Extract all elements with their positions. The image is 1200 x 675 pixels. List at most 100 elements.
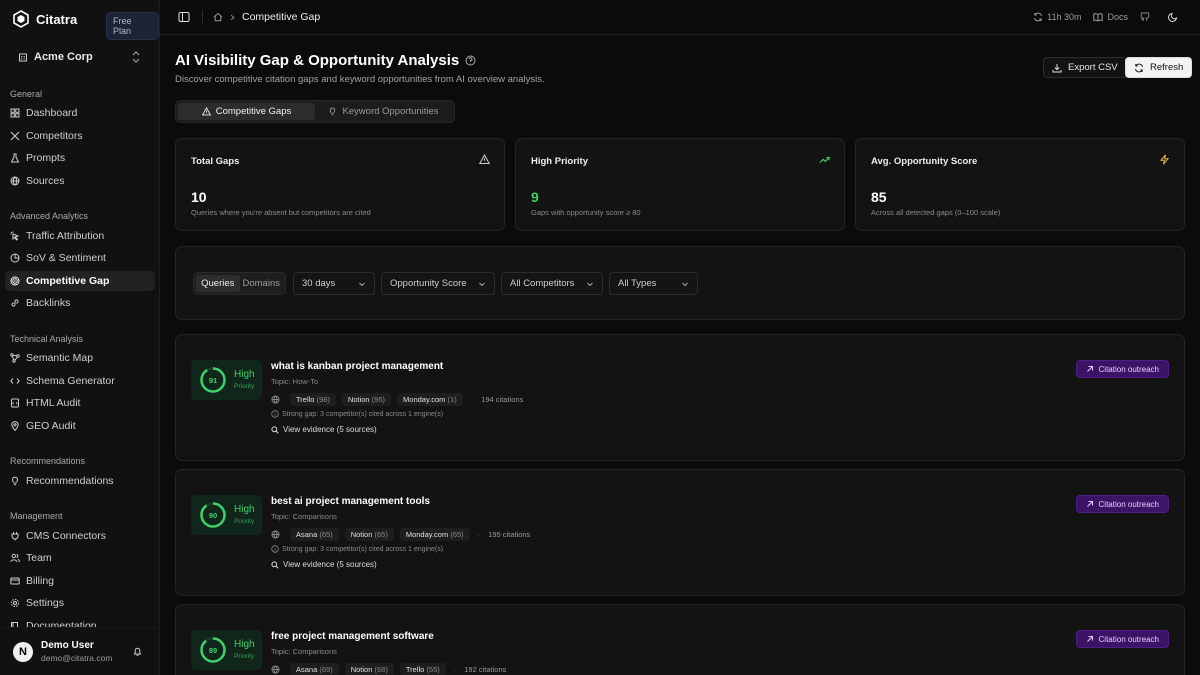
sidebar-item-prompts[interactable]: Prompts — [5, 148, 155, 168]
competitor-chip[interactable]: Trello (98) — [290, 393, 336, 406]
export-csv-label: Export CSV — [1068, 62, 1118, 73]
sidebar-item-label: Backlinks — [26, 297, 71, 309]
sidebar-item-label: CMS Connectors — [26, 530, 106, 542]
sidebar-item-billing[interactable]: Billing — [5, 571, 155, 591]
flask-icon — [10, 153, 20, 163]
docs-link[interactable]: Docs — [1093, 12, 1128, 22]
competitor-chip[interactable]: Monday.com (65) — [399, 528, 470, 541]
sidebar-item-label: Prompts — [26, 152, 66, 164]
view-evidence-link[interactable]: View evidence (5 sources) — [271, 425, 377, 434]
user-menu[interactable]: N Demo User demo@citatra.com — [0, 627, 159, 675]
competitor-chip[interactable]: Trello (55) — [399, 663, 446, 675]
competitor-chip[interactable]: Notion (68) — [344, 663, 394, 675]
competitor-chip[interactable]: Asana (69) — [290, 663, 339, 675]
view-evidence-label: View evidence (5 sources) — [283, 425, 377, 434]
network-icon — [10, 353, 20, 363]
moon-icon[interactable] — [1168, 12, 1178, 22]
competitor-chip[interactable]: Monday.com (1) — [397, 393, 463, 406]
chevron-right-icon — [230, 14, 235, 20]
sidebar-item-backlinks[interactable]: Backlinks — [5, 293, 155, 313]
user-email: demo@citatra.com — [41, 653, 113, 663]
date-range-select[interactable]: 30 days — [293, 272, 375, 295]
sort-select[interactable]: Opportunity Score — [381, 272, 495, 295]
sidebar-item-geo-audit[interactable]: GEO Audit — [5, 416, 155, 436]
tab-keyword-opportunities[interactable]: Keyword Opportunities — [315, 103, 452, 120]
competitors-select[interactable]: All Competitors — [501, 272, 603, 295]
sidebar-item-team[interactable]: Team — [5, 548, 155, 568]
query-title: free project management software — [271, 631, 434, 642]
help-circle-icon[interactable] — [465, 55, 476, 66]
citation-outreach-button[interactable]: Citation outreach — [1075, 630, 1169, 648]
competitor-chip[interactable]: Notion (95) — [341, 393, 392, 406]
brand[interactable]: Citatra — [12, 10, 77, 28]
types-value: All Types — [618, 278, 657, 289]
plan-badge[interactable]: Free Plan — [106, 12, 159, 40]
competitor-name: Trello — [296, 395, 315, 404]
github-icon[interactable] — [1140, 12, 1150, 22]
stat-label: Total Gaps — [191, 156, 240, 167]
sidebar-item-sources[interactable]: Sources — [5, 171, 155, 191]
types-select[interactable]: All Types — [609, 272, 698, 295]
sidebar-toggle-icon[interactable] — [178, 11, 190, 23]
sidebar-item-traffic-attribution[interactable]: Traffic Attribution — [5, 226, 155, 246]
citation-outreach-label: Citation outreach — [1098, 499, 1159, 509]
refresh-button[interactable]: Refresh — [1125, 57, 1193, 78]
credit-card-icon — [10, 577, 20, 585]
topbar-actions: 11h 30m Docs — [1033, 12, 1178, 22]
view-evidence-link[interactable]: View evidence (5 sources) — [271, 560, 377, 569]
page-subtitle: Discover competitive citation gaps and k… — [175, 74, 545, 85]
stat-label: Avg. Opportunity Score — [871, 156, 978, 167]
sidebar-item-label: Schema Generator — [26, 375, 115, 387]
priority-badge: 91 High Priority — [191, 360, 262, 400]
sidebar-item-cms-connectors[interactable]: CMS Connectors — [5, 526, 155, 546]
competitor-name: Monday.com — [405, 530, 449, 539]
tab-competitive-gaps[interactable]: Competitive Gaps — [178, 103, 315, 120]
sidebar-item-sov-sentiment[interactable]: SoV & Sentiment — [5, 248, 155, 268]
chevron-down-icon — [587, 282, 593, 287]
sidebar-item-recommendations[interactable]: Recommendations — [5, 471, 155, 491]
competitor-chip[interactable]: Notion (65) — [344, 528, 394, 541]
sidebar-item-schema-generator[interactable]: Schema Generator — [5, 371, 155, 391]
competitor-chip[interactable]: Asana (65) — [290, 528, 339, 541]
download-icon — [1052, 63, 1062, 72]
separator-dot: · — [470, 395, 474, 404]
segment-queries[interactable]: Queries — [196, 275, 240, 292]
org-switcher[interactable]: Acme Corp — [10, 45, 150, 69]
sync-timer[interactable]: 11h 30m — [1033, 12, 1081, 22]
home-icon[interactable] — [213, 12, 223, 22]
citation-outreach-button[interactable]: Citation outreach — [1075, 495, 1169, 513]
export-csv-button[interactable]: Export CSV — [1043, 57, 1127, 78]
gear-icon — [10, 598, 20, 608]
sidebar-item-label: Settings — [26, 597, 64, 609]
view-segment: Queries Domains — [193, 272, 286, 295]
sidebar-item-competitive-gap[interactable]: Competitive Gap — [5, 271, 155, 291]
sidebar-item-competitors[interactable]: Competitors — [5, 126, 155, 146]
query-topic: Topic: How-To — [271, 377, 319, 386]
sidebar-item-dashboard[interactable]: Dashboard — [5, 103, 155, 123]
book-open-icon — [1093, 13, 1104, 22]
query-title: best ai project management tools — [271, 496, 430, 507]
dashboard-icon — [10, 108, 20, 118]
sidebar-item-label: Competitive Gap — [26, 275, 110, 287]
query-topic: Topic: Comparisons — [271, 512, 337, 521]
cursor-click-icon — [10, 231, 20, 241]
sidebar-item-html-audit[interactable]: HTML Audit — [5, 393, 155, 413]
citation-outreach-button[interactable]: Citation outreach — [1075, 360, 1169, 378]
competitor-list: Trello (98) Notion (95) Monday.com (1) ·… — [271, 393, 523, 406]
avatar: N — [13, 641, 33, 662]
sidebar-item-label: Competitors — [26, 130, 83, 142]
lightning-icon — [1159, 154, 1170, 165]
bell-icon[interactable] — [132, 646, 143, 657]
sidebar-item-semantic-map[interactable]: Semantic Map — [5, 348, 155, 368]
sidebar-item-settings[interactable]: Settings — [5, 593, 155, 613]
citation-count: 195 citations — [488, 530, 531, 539]
citatra-logo-icon — [13, 10, 29, 28]
chevron-down-icon — [359, 282, 365, 287]
stat-value: 9 — [531, 189, 539, 205]
target-icon — [10, 276, 20, 286]
tab-label: Keyword Opportunities — [342, 106, 439, 117]
opportunity-score: 90 — [208, 510, 218, 520]
separator-dot: · — [453, 665, 457, 674]
sort-value: Opportunity Score — [390, 278, 467, 289]
segment-domains[interactable]: Domains — [240, 275, 284, 292]
